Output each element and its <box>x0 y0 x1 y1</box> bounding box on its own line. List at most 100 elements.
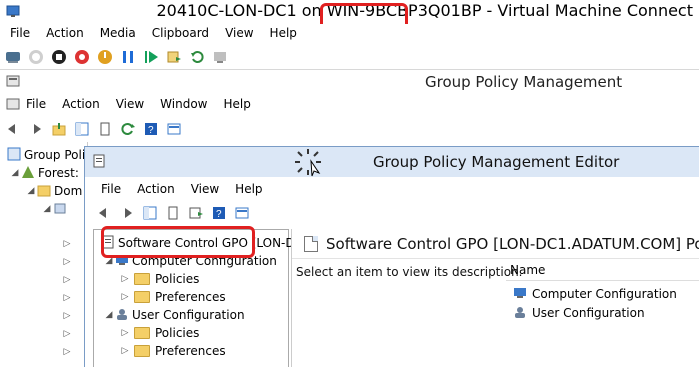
editor-back-icon[interactable] <box>95 204 113 222</box>
power-icon[interactable] <box>96 48 114 66</box>
tree-expand-7[interactable]: ▷ <box>62 347 72 357</box>
editor-properties-icon[interactable] <box>164 204 182 222</box>
details-description: Select an item to view its description. <box>296 265 523 279</box>
vm-menu-file[interactable]: File <box>2 24 38 42</box>
gpm-tree-node-2[interactable]: ▷ <box>62 253 72 271</box>
editor-forward-icon[interactable] <box>118 204 136 222</box>
name-column-header[interactable]: Name <box>506 263 699 281</box>
policies-user-folder-icon <box>134 327 150 339</box>
details-item-user-configuration[interactable]: User Configuration <box>512 304 645 322</box>
tree-item-preferences[interactable]: ▷ Preferences <box>120 288 226 306</box>
refresh-icon[interactable] <box>119 120 137 138</box>
tree-expand-6[interactable]: ▷ <box>62 329 72 339</box>
policies-folder-icon <box>134 273 150 285</box>
tree-expand-forest[interactable]: ◢ <box>10 168 20 178</box>
gpo-highlight <box>101 226 255 258</box>
vm-menu-help[interactable]: Help <box>262 24 305 42</box>
vm-menubar: File Action Media Clipboard View Help <box>0 24 699 44</box>
forest-icon <box>22 166 34 178</box>
vm-menu-media[interactable]: Media <box>92 24 144 42</box>
gpm-menu-action[interactable]: Action <box>54 95 108 113</box>
user-icon <box>117 309 127 320</box>
checkpoint-icon[interactable] <box>165 48 183 66</box>
gpm-tree-root[interactable]: Group Poli <box>6 146 85 164</box>
gpm-tree-forest[interactable]: ◢ Forest: <box>10 164 79 182</box>
turn-off-icon[interactable] <box>50 48 68 66</box>
gpm-tree-node-4[interactable]: ▷ <box>62 289 72 307</box>
svg-text:?: ? <box>148 125 154 136</box>
vm-menu-clipboard[interactable]: Clipboard <box>144 24 217 42</box>
tree-item-policies-user[interactable]: ▷ Policies <box>120 324 200 342</box>
tree-root-icon <box>7 147 21 161</box>
tree-expand-5[interactable]: ▷ <box>62 311 72 321</box>
gpm-tree-panel: Group Poli ◢ Forest: ◢ Dom ◢ ▷ ▷ ▷ ▷ ▷ ▷… <box>0 142 88 367</box>
back-icon[interactable] <box>4 120 22 138</box>
details-icon[interactable] <box>165 120 183 138</box>
editor-app-icon <box>91 153 107 169</box>
help-icon[interactable]: ? <box>142 120 160 138</box>
revert-icon[interactable] <box>188 48 206 66</box>
tree-item-preferences-user[interactable]: ▷ Preferences <box>120 342 226 360</box>
gpm-tree-node-6[interactable]: ▷ <box>62 325 72 343</box>
show-hide-tree-icon[interactable] <box>73 120 91 138</box>
tree-expand-3[interactable]: ▷ <box>62 275 72 285</box>
start-icon[interactable] <box>27 48 45 66</box>
tree-expand-preferences[interactable]: ▷ <box>120 292 130 302</box>
resume-icon[interactable] <box>142 48 160 66</box>
editor-titlebar: Group Policy Management Editor <box>85 147 699 177</box>
gpm-menu-help[interactable]: Help <box>216 95 259 113</box>
properties-icon[interactable] <box>96 120 114 138</box>
ctrl-alt-del-icon[interactable] <box>4 48 22 66</box>
editor-menu-action[interactable]: Action <box>129 180 183 198</box>
details-doc-icon <box>304 236 318 252</box>
preferences-user-folder-icon <box>134 345 150 357</box>
tree-item-user-configuration[interactable]: ◢ User Configuration <box>104 306 245 324</box>
details-user-icon <box>515 307 525 318</box>
gpm-tree-node-1[interactable]: ▷ <box>62 235 72 253</box>
tree-expand-2[interactable]: ▷ <box>62 257 72 267</box>
editor-window-title: Group Policy Management Editor <box>373 153 620 171</box>
tree-expand-preferences-user[interactable]: ▷ <box>120 346 130 356</box>
tree-expand-domain-node[interactable]: ◢ <box>42 204 52 214</box>
vm-menu-action[interactable]: Action <box>38 24 92 42</box>
pause-icon[interactable] <box>119 48 137 66</box>
details-item-computer-configuration[interactable]: Computer Configuration <box>512 285 677 303</box>
gpm-menubar: File Action View Window Help <box>0 94 699 114</box>
gpm-tree-node-5[interactable]: ▷ <box>62 307 72 325</box>
vm-app-icon <box>6 4 20 18</box>
tree-expand-user-config[interactable]: ◢ <box>104 310 114 320</box>
tree-expand-domains[interactable]: ◢ <box>26 186 36 196</box>
editor-menu-view[interactable]: View <box>183 180 227 198</box>
editor-export-icon[interactable] <box>187 204 205 222</box>
gpm-menu-view[interactable]: View <box>108 95 152 113</box>
enhanced-session-icon[interactable] <box>211 48 229 66</box>
gpm-app-icon <box>6 74 20 88</box>
tree-expand-1[interactable]: ▷ <box>62 239 72 249</box>
domain-node-icon <box>54 203 66 214</box>
editor-menubar: File Action View Help <box>85 177 699 199</box>
tree-item-policies[interactable]: ▷ Policies <box>120 270 200 288</box>
busy-cursor-icon <box>293 147 323 177</box>
tree-expand-policies-user[interactable]: ▷ <box>120 328 130 338</box>
vm-menu-view[interactable]: View <box>217 24 261 42</box>
gpm-toolbar: ? <box>0 116 699 142</box>
gpm-menu-file[interactable]: File <box>18 95 54 113</box>
editor-details-icon[interactable] <box>233 204 251 222</box>
tree-expand-4[interactable]: ▷ <box>62 293 72 303</box>
gpm-tree-node-3[interactable]: ▷ <box>62 271 72 289</box>
editor-menu-help[interactable]: Help <box>227 180 270 198</box>
forward-icon[interactable] <box>27 120 45 138</box>
details-computer-icon <box>514 288 526 298</box>
gpm-tree-domains[interactable]: ◢ Dom <box>26 182 83 200</box>
gpm-menu-window[interactable]: Window <box>152 95 215 113</box>
gpm-tree-domain-node[interactable]: ◢ <box>42 200 70 218</box>
gpm-tree-node-7[interactable]: ▷ <box>62 343 72 361</box>
tree-expand-policies[interactable]: ▷ <box>120 274 130 284</box>
up-folder-icon[interactable] <box>50 120 68 138</box>
editor-menu-file[interactable]: File <box>93 180 129 198</box>
details-header: Software Control GPO [LON-DC1.ADATUM.COM… <box>292 229 699 259</box>
svg-text:?: ? <box>216 209 222 220</box>
editor-show-hide-tree-icon[interactable] <box>141 204 159 222</box>
shutdown-icon[interactable] <box>73 48 91 66</box>
editor-help-icon[interactable]: ? <box>210 204 228 222</box>
